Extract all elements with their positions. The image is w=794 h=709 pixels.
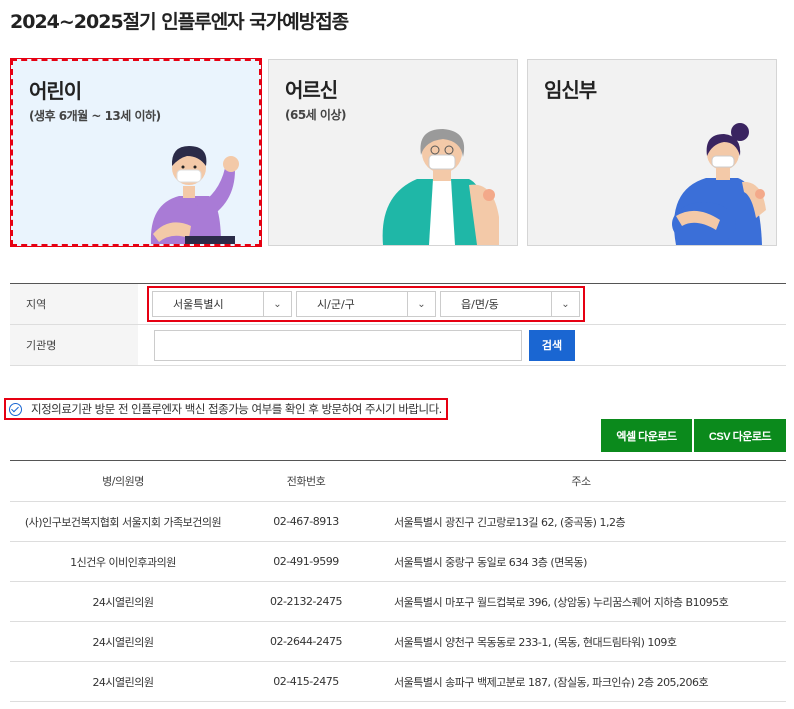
clinic-name: 24시열린의원 — [92, 595, 154, 609]
org-row: 기관명 검색 — [10, 325, 786, 366]
card-pregnant[interactable]: 임신부 — [527, 59, 777, 246]
clinic-name: 24시열린의원 — [92, 635, 154, 649]
clinic-address: 서울특별시 송파구 백제고분로 187, (잠실동, 파크인슈) 2층 205,… — [394, 675, 709, 689]
search-filter-table: 지역 서울특별시 ⌄ 시/군/구 ⌄ 읍/면/동 ⌄ 기관명 검색 — [10, 283, 786, 366]
csv-download-button[interactable]: CSV 다운로드 — [694, 419, 786, 452]
table-row[interactable]: 24시열린의원 02-415-2475 서울특별시 송파구 백제고분로 187,… — [10, 662, 786, 702]
clinic-phone: 02-415-2475 — [273, 675, 339, 688]
pregnant-illustration-icon — [672, 123, 766, 245]
clinic-list-table: 병/의원명 전화번호 주소 (사)인구보건복지협회 서울지회 가족보건의원 02… — [10, 460, 786, 702]
org-name-input[interactable] — [154, 329, 522, 361]
clinic-address: 서울특별시 광진구 긴고랑로13길 62, (중곡동) 1,2층 — [394, 515, 626, 529]
download-buttons: 엑셀 다운로드 CSV 다운로드 — [601, 419, 786, 452]
card-title: 어르신 — [285, 78, 338, 102]
header-phone: 전화번호 — [286, 475, 326, 488]
header-name: 병/의원명 — [102, 475, 144, 488]
table-row[interactable]: 24시열린의원 02-2132-2475 서울특별시 마포구 월드컵북로 396… — [10, 582, 786, 622]
dong-select[interactable]: 읍/면/동 ⌄ — [440, 291, 580, 317]
chevron-down-icon: ⌄ — [551, 292, 579, 316]
card-subtitle: (65세 이상) — [285, 108, 346, 122]
chevron-down-icon: ⌄ — [263, 292, 291, 316]
sigungu-select[interactable]: 시/군/구 ⌄ — [296, 291, 436, 317]
card-seniors[interactable]: 어르신 (65세 이상) — [268, 59, 518, 246]
child-illustration-icon — [150, 146, 239, 244]
table-header: 병/의원명 전화번호 주소 — [10, 461, 786, 502]
region-select-group: 서울특별시 ⌄ 시/군/구 ⌄ 읍/면/동 ⌄ — [147, 286, 585, 322]
header-address: 주소 — [571, 475, 591, 488]
clinic-name: 1신건우 이비인후과의원 — [70, 555, 176, 569]
clinic-phone: 02-491-9599 — [273, 555, 339, 568]
sigungu-select-value: 시/군/구 — [317, 298, 355, 311]
sido-select[interactable]: 서울특별시 ⌄ — [152, 291, 292, 317]
card-children[interactable]: 어린이 (생후 6개월 ~ 13세 이하) — [10, 58, 262, 247]
clinic-phone: 02-2132-2475 — [270, 595, 342, 608]
page-title: 2024~2025절기 인플루엔자 국가예방접종 — [10, 11, 349, 33]
clinic-phone: 02-467-8913 — [273, 515, 339, 528]
sido-select-value: 서울특별시 — [173, 298, 224, 311]
notice-banner: 지정의료기관 방문 전 인플루엔자 백신 접종가능 여부를 확인 후 방문하여 … — [4, 398, 448, 420]
card-title: 임신부 — [544, 78, 597, 102]
clinic-name: (사)인구보건복지협회 서울지회 가족보건의원 — [24, 515, 222, 529]
notice-text: 지정의료기관 방문 전 인플루엔자 백신 접종가능 여부를 확인 후 방문하여 … — [31, 402, 442, 416]
region-label: 지역 — [10, 284, 138, 324]
dong-select-value: 읍/면/동 — [461, 298, 499, 311]
search-button[interactable]: 검색 — [529, 329, 575, 361]
region-row: 지역 서울특별시 ⌄ 시/군/구 ⌄ 읍/면/동 ⌄ — [10, 284, 786, 325]
card-title: 어린이 — [29, 79, 82, 103]
clinic-phone: 02-2644-2475 — [270, 635, 342, 648]
clinic-address: 서울특별시 마포구 월드컵북로 396, (상암동) 누리꿈스퀘어 지하층 B1… — [394, 595, 729, 609]
clinic-address: 서울특별시 양천구 목동동로 233-1, (목동, 현대드림타워) 109호 — [394, 635, 677, 649]
clinic-name: 24시열린의원 — [92, 675, 154, 689]
org-label: 기관명 — [10, 325, 138, 365]
table-row[interactable]: (사)인구보건복지협회 서울지회 가족보건의원 02-467-8913 서울특별… — [10, 502, 786, 542]
check-circle-icon — [9, 402, 22, 416]
chevron-down-icon: ⌄ — [407, 292, 435, 316]
table-row[interactable]: 24시열린의원 02-2644-2475 서울특별시 양천구 목동동로 233-… — [10, 622, 786, 662]
clinic-address: 서울특별시 중랑구 동일로 634 3층 (면목동) — [394, 555, 587, 569]
table-row[interactable]: 1신건우 이비인후과의원 02-491-9599 서울특별시 중랑구 동일로 6… — [10, 542, 786, 582]
card-subtitle: (생후 6개월 ~ 13세 이하) — [29, 109, 161, 123]
senior-illustration-icon — [382, 129, 499, 245]
excel-download-button[interactable]: 엑셀 다운로드 — [601, 419, 692, 452]
